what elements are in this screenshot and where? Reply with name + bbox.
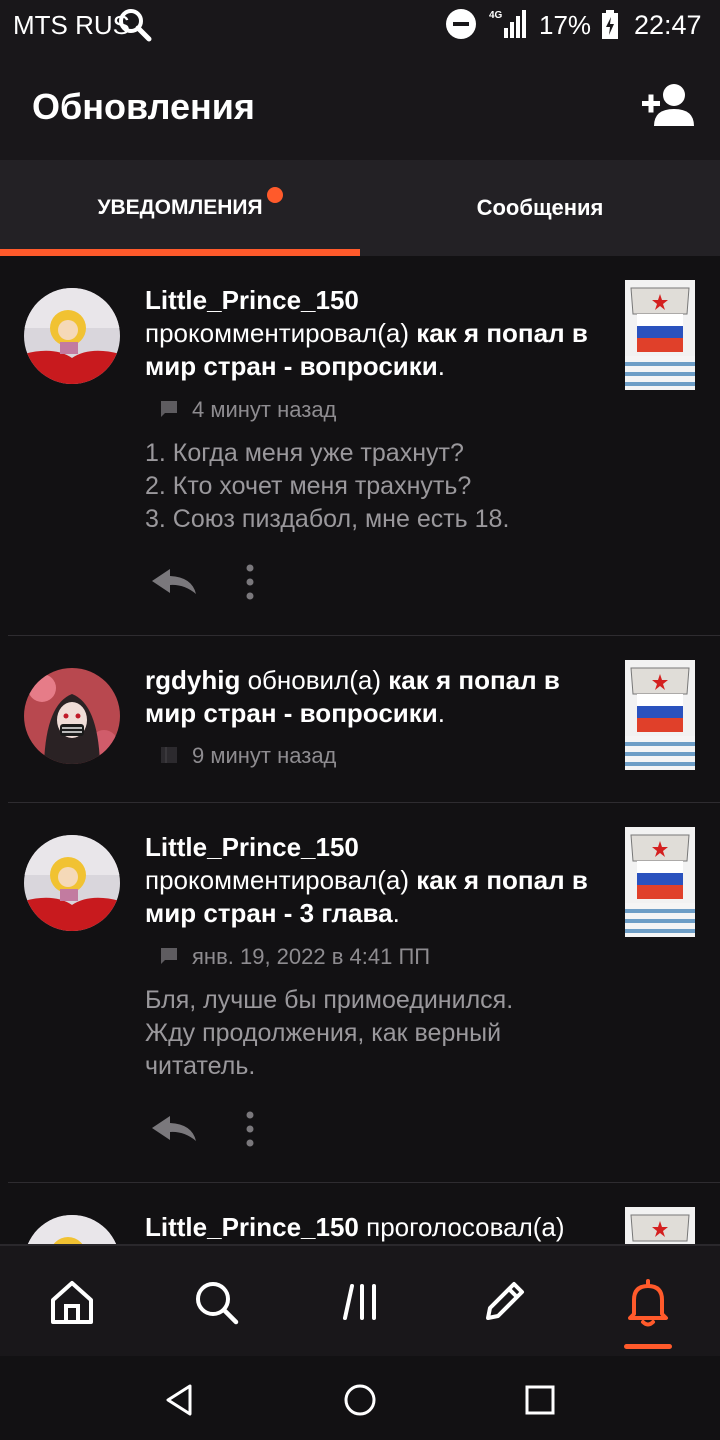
page-title: Обновления [32,86,255,127]
tab-messages[interactable]: Сообщения [360,160,720,256]
clock: 22:47 [634,10,702,40]
signal-icon: 4G [489,10,526,38]
network-type: 4G [489,10,503,21]
comment-line: 2. Кто хочет меня трахнуть? [145,472,472,500]
comment-line: Жду продолжения, как верный [145,1019,502,1047]
battery-charging-icon [602,10,618,39]
tab-notifications-label: УВЕДОМЛЕНИЯ [97,196,263,219]
battery-percent: 17% [539,10,592,40]
comment-icon [161,401,177,417]
notification-item[interactable]: Little_Prince_150 прокомментировал(а) ка… [0,256,720,636]
comment-line: 1. Когда меня уже трахнут? [145,439,464,467]
write-icon[interactable] [478,1276,530,1328]
comment-text: Бля, лучше бы примоединился. Жду продолж… [145,984,615,1083]
active-nav-indicator [624,1344,672,1349]
more-options-icon[interactable] [243,1109,257,1149]
notifications-bell-icon[interactable] [622,1276,674,1328]
system-navigation-bar [0,1356,720,1440]
status-bar: MTS RUS 4G 17% 22:47 [0,0,720,52]
comment-icon [161,948,177,964]
active-tab-indicator [0,249,360,256]
action-text: прокомментировал(а) [145,865,409,895]
home-circle-icon[interactable] [342,1382,378,1418]
tab-bar: УВЕДОМЛЕНИЯ Сообщения [0,160,720,256]
do-not-disturb-icon [446,9,476,39]
library-icon[interactable] [336,1276,388,1328]
comment-line: читатель. [145,1052,256,1080]
punctuation: . [437,698,445,728]
reply-icon[interactable] [150,1114,198,1144]
add-user-icon[interactable] [640,82,696,130]
recents-icon[interactable] [522,1382,558,1418]
comment-line: Бля, лучше бы примоединился. [145,986,514,1014]
notification-text: Little_Prince_150 проголосовал(а) [145,1211,610,1244]
punctuation: . [437,351,445,381]
notification-feed[interactable]: Little_Prince_150 прокомментировал(а) ка… [0,256,720,1244]
username-link[interactable]: Little_Prince_150 [145,285,359,315]
avatar[interactable] [24,668,120,764]
reply-icon[interactable] [150,567,198,597]
action-text: прокомментировал(а) [145,318,409,348]
notification-item[interactable]: Little_Prince_150 проголосовал(а) [0,1183,720,1244]
notification-text: rgdyhig обновил(а) как я попал в мир стр… [145,664,610,730]
timestamp: 9 минут назад [192,743,337,768]
action-text: проголосовал(а) [366,1212,565,1242]
timestamp: 4 минут назад [192,397,337,422]
notification-text: Little_Prince_150 прокомментировал(а) ка… [145,831,610,930]
tab-notifications[interactable]: УВЕДОМЛЕНИЯ [0,160,360,256]
story-cover-thumbnail[interactable] [625,827,695,937]
story-cover-thumbnail[interactable] [625,1207,695,1244]
more-options-icon[interactable] [243,562,257,602]
notification-text: Little_Prince_150 прокомментировал(а) ка… [145,284,610,383]
bottom-navigation [0,1244,720,1356]
unread-badge [267,187,283,203]
avatar[interactable] [24,1215,120,1244]
story-cover-thumbnail[interactable] [625,660,695,770]
notification-item[interactable]: rgdyhig обновил(а) как я попал в мир стр… [0,636,720,802]
notification-item[interactable]: Little_Prince_150 прокомментировал(а) ка… [0,803,720,1183]
avatar[interactable] [24,288,120,384]
back-icon[interactable] [162,1382,198,1418]
comment-line: 3. Союз пиздабол, мне есть 18. [145,505,510,533]
story-cover-thumbnail[interactable] [625,280,695,390]
comment-text: 1. Когда меня уже трахнут? 2. Кто хочет … [145,437,615,536]
action-text: обновил(а) [247,665,382,695]
search-icon[interactable] [190,1276,242,1328]
username-link[interactable]: Little_Prince_150 [145,1212,359,1242]
avatar[interactable] [24,835,120,931]
timestamp: янв. 19, 2022 в 4:41 ПП [192,944,431,969]
book-icon [161,747,177,763]
home-icon[interactable] [46,1276,98,1328]
carrier-name: MTS RUS [13,10,130,40]
username-link[interactable]: Little_Prince_150 [145,832,359,862]
tab-messages-label: Сообщения [476,195,604,220]
search-icon [119,9,152,42]
username-link[interactable]: rgdyhig [145,665,240,695]
app-header: Обновления [0,52,720,160]
punctuation: . [392,898,400,928]
